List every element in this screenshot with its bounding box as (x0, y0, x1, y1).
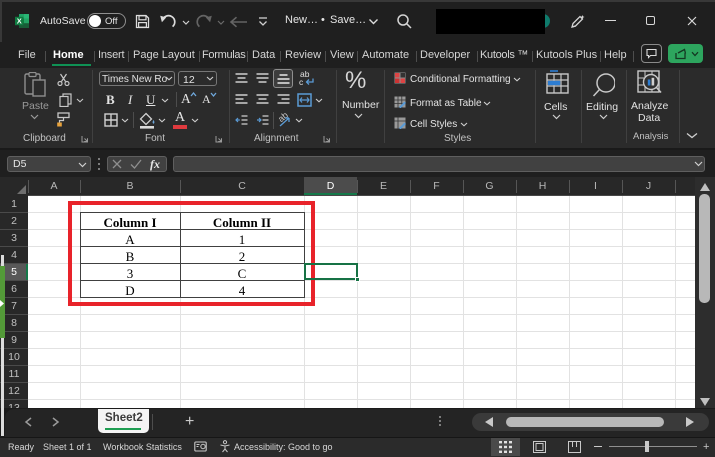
svg-text:X: X (17, 16, 22, 25)
